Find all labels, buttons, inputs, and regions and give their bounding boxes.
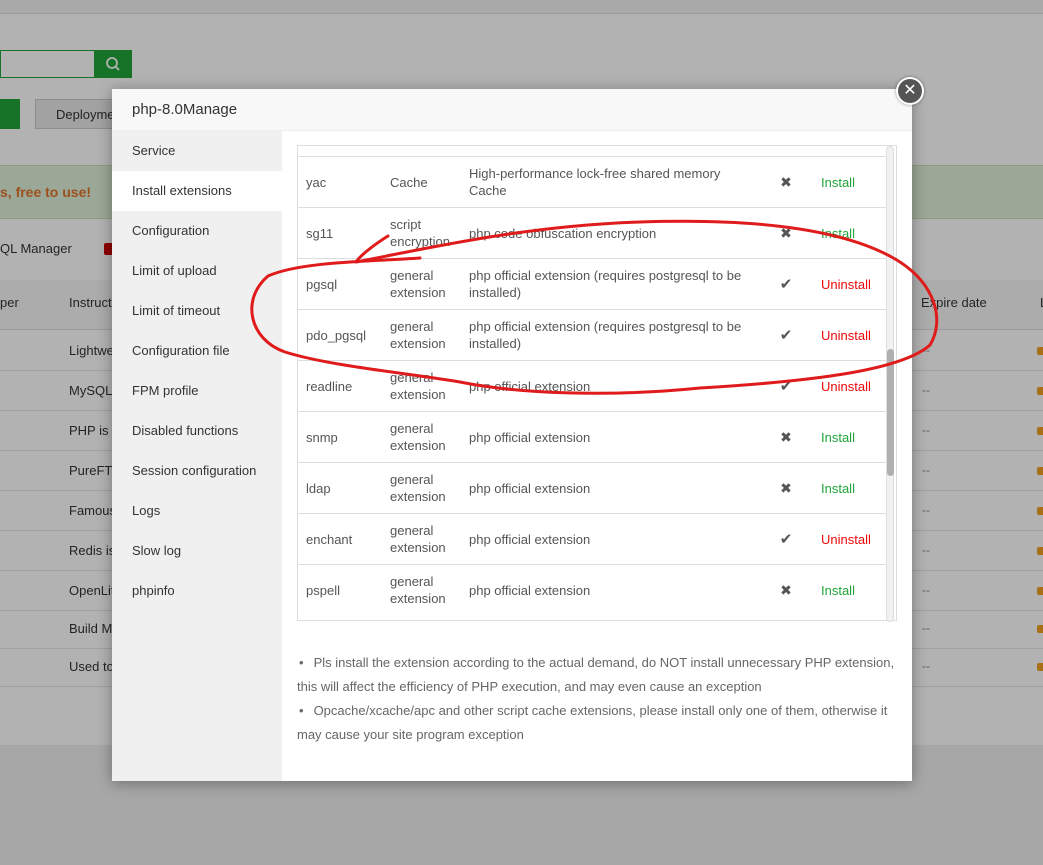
extensions-panel: yac Cache High-performance lock-free share… — [282, 131, 912, 781]
extension-name: snmp — [298, 411, 390, 463]
install-button[interactable]: Install — [821, 430, 855, 445]
sidebar-item-install-extensions[interactable]: Install extensions — [112, 171, 282, 211]
extension-type: general extension — [390, 258, 469, 310]
extension-description: php official extension — [469, 513, 759, 565]
tips-list: Pls install the extension according to t… — [297, 651, 897, 747]
sidebar-item-slow-log[interactable]: Slow log — [112, 531, 282, 571]
extension-description: High-performance lock-free shared memory… — [469, 156, 759, 208]
extension-name: pgsql — [298, 258, 390, 310]
extension-action-cell: Install — [813, 156, 886, 208]
extension-row: readline general extension php official ex… — [298, 360, 886, 412]
close-button[interactable]: ✕ — [896, 77, 924, 105]
sidebar-item-limit-of-upload[interactable]: Limit of upload — [112, 251, 282, 291]
dialog-sidebar: Service Install extensions Configuration Li… — [112, 131, 282, 781]
extension-row: ldap general extension php official extens… — [298, 462, 886, 514]
extension-action-cell: Uninstall — [813, 513, 886, 565]
extension-type: general extension — [390, 309, 469, 361]
check-icon: ✔ — [779, 275, 793, 293]
extension-row: pspell general extension php official exte… — [298, 564, 886, 616]
extension-row: sg11 script encryption php code obfuscatio… — [298, 207, 886, 259]
extension-description: php official extension — [469, 564, 759, 616]
extension-description: php official extension (requires postgre… — [469, 258, 759, 310]
cross-icon: ✖ — [780, 479, 792, 496]
extension-action-cell: Install — [813, 411, 886, 463]
sidebar-item-disabled-functions[interactable]: Disabled functions — [112, 411, 282, 451]
extension-description: php official extension — [469, 462, 759, 514]
install-button[interactable]: Install — [821, 175, 855, 190]
extension-type: general extension — [390, 411, 469, 463]
extension-action-cell: Install — [813, 207, 886, 259]
install-button[interactable]: Install — [821, 481, 855, 496]
extension-status: ✖ — [759, 156, 813, 208]
check-icon: ✔ — [779, 530, 793, 548]
extension-row: snmp general extension php official extens… — [298, 411, 886, 463]
extension-status: ✔ — [759, 513, 813, 565]
extension-status: ✖ — [759, 564, 813, 616]
extension-description: php official extension — [469, 411, 759, 463]
sidebar-item-service[interactable]: Service — [112, 131, 282, 171]
sidebar-item-configuration-file[interactable]: Configuration file — [112, 331, 282, 371]
check-icon: ✔ — [779, 377, 793, 395]
tip-item: Pls install the extension according to t… — [297, 651, 897, 699]
sidebar-item-fpm-profile[interactable]: FPM profile — [112, 371, 282, 411]
extension-action-cell: Uninstall — [813, 258, 886, 310]
install-button[interactable]: Install — [821, 226, 855, 241]
extension-action-cell: Uninstall — [813, 360, 886, 412]
sidebar-item-phpinfo[interactable]: phpinfo — [112, 571, 282, 611]
extension-status: ✖ — [759, 462, 813, 514]
tip-item: Opcache/xcache/apc and other script cach… — [297, 699, 897, 747]
extension-type: general extension — [390, 513, 469, 565]
extension-row: enchant general extension php official ext… — [298, 513, 886, 565]
extensions-table: yac Cache High-performance lock-free share… — [298, 156, 886, 616]
extension-type: general extension — [390, 564, 469, 616]
extension-name: ldap — [298, 462, 390, 514]
php-manage-dialog: php-8.0Manage Service Install extensions C… — [112, 89, 912, 781]
cross-icon: ✖ — [780, 428, 792, 445]
extension-name: pspell — [298, 564, 390, 616]
extension-status: ✔ — [759, 309, 813, 361]
extension-type: general extension — [390, 462, 469, 514]
extension-description: php official extension (requires postgre… — [469, 309, 759, 361]
extension-status: ✖ — [759, 207, 813, 259]
extension-type: Cache — [390, 156, 469, 208]
uninstall-button[interactable]: Uninstall — [821, 277, 871, 292]
sidebar-item-limit-of-timeout[interactable]: Limit of timeout — [112, 291, 282, 331]
extension-row: pdo_pgsql general extension php official e… — [298, 309, 886, 361]
check-icon: ✔ — [779, 326, 793, 344]
extension-description: php official extension — [469, 360, 759, 412]
close-icon: ✕ — [898, 79, 922, 103]
extension-row: yac Cache High-performance lock-free share… — [298, 156, 886, 208]
extension-name: sg11 — [298, 207, 390, 259]
extension-status: ✔ — [759, 258, 813, 310]
extension-action-cell: Uninstall — [813, 309, 886, 361]
extension-description: php code obfuscation encryption — [469, 207, 759, 259]
extension-status: ✔ — [759, 360, 813, 412]
sidebar-item-session-configuration[interactable]: Session configuration — [112, 451, 282, 491]
dialog-title: php-8.0Manage — [132, 101, 238, 118]
extension-type: script encryption — [390, 207, 469, 259]
extension-name: enchant — [298, 513, 390, 565]
scrollbar-thumb[interactable] — [887, 349, 894, 476]
uninstall-button[interactable]: Uninstall — [821, 532, 871, 547]
uninstall-button[interactable]: Uninstall — [821, 379, 871, 394]
extension-status: ✖ — [759, 411, 813, 463]
extensions-table-container[interactable]: yac Cache High-performance lock-free share… — [297, 145, 897, 621]
extension-row: pgsql general extension php official exten… — [298, 258, 886, 310]
extension-action-cell: Install — [813, 462, 886, 514]
uninstall-button[interactable]: Uninstall — [821, 328, 871, 343]
cross-icon: ✖ — [780, 581, 792, 598]
extension-action-cell: Install — [813, 564, 886, 616]
extension-name: yac — [298, 156, 390, 208]
cross-icon: ✖ — [780, 173, 792, 190]
sidebar-item-logs[interactable]: Logs — [112, 491, 282, 531]
extension-name: pdo_pgsql — [298, 309, 390, 361]
install-button[interactable]: Install — [821, 583, 855, 598]
extension-type: general extension — [390, 360, 469, 412]
dialog-header: php-8.0Manage — [112, 89, 912, 131]
sidebar-item-configuration[interactable]: Configuration — [112, 211, 282, 251]
extension-name: readline — [298, 360, 390, 412]
cross-icon: ✖ — [780, 224, 792, 241]
